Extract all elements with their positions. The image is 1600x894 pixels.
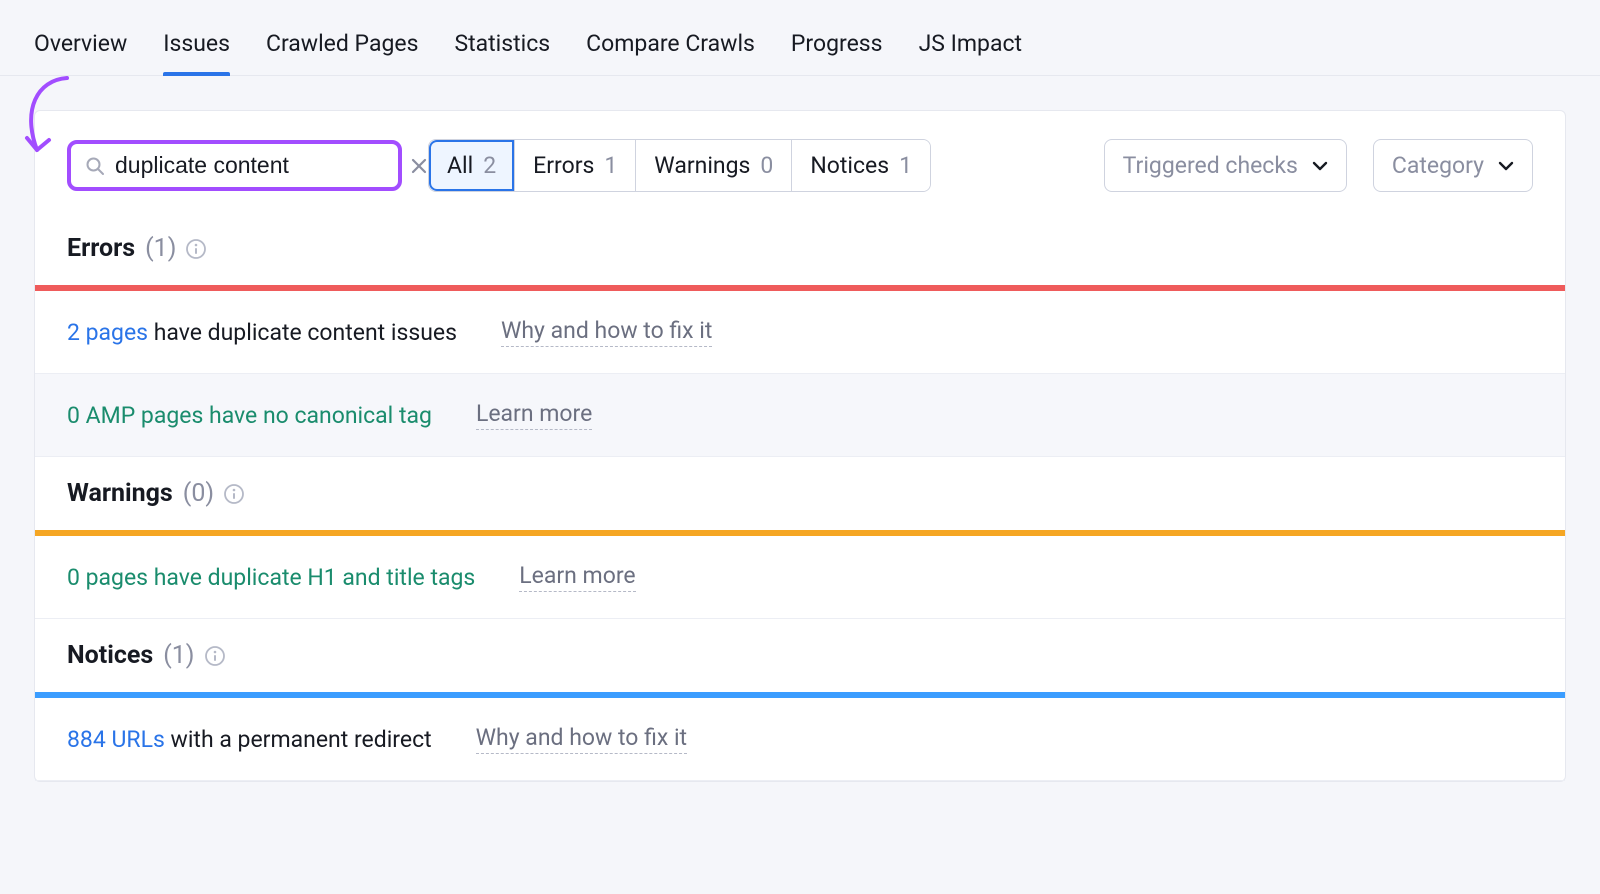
section-count: (0) <box>183 479 214 508</box>
issue-row[interactable]: 884 URLs with a permanent redirect Why a… <box>35 698 1565 781</box>
filter-segments: All 2 Errors 1 Warnings 0 Notices 1 <box>428 139 931 192</box>
fix-link[interactable]: Why and how to fix it <box>476 724 687 754</box>
section-count: (1) <box>145 234 176 263</box>
learn-more-link[interactable]: Learn more <box>519 562 635 592</box>
dropdown-category[interactable]: Category <box>1373 139 1533 192</box>
fix-link[interactable]: Why and how to fix it <box>501 317 712 347</box>
dropdown-label: Category <box>1392 152 1484 179</box>
issue-text: have duplicate content issues <box>148 319 457 346</box>
segment-count: 1 <box>604 152 617 179</box>
issue-link[interactable]: 2 pages <box>67 319 148 346</box>
issue-row[interactable]: 2 pages have duplicate content issues Wh… <box>35 291 1565 374</box>
segment-count: 2 <box>483 152 496 179</box>
learn-more-link[interactable]: Learn more <box>476 400 592 430</box>
info-icon[interactable] <box>205 646 225 666</box>
segment-label: Notices <box>810 152 889 179</box>
clear-icon[interactable] <box>411 158 427 174</box>
segment-warnings[interactable]: Warnings 0 <box>636 140 792 191</box>
segment-errors[interactable]: Errors 1 <box>515 140 636 191</box>
issue-row[interactable]: 0 pages have duplicate H1 and title tags… <box>35 536 1565 619</box>
issue-link[interactable]: 884 URLs <box>67 726 165 753</box>
section-title: Warnings <box>67 479 173 508</box>
section-title: Notices <box>67 641 153 670</box>
segment-count: 0 <box>760 152 773 179</box>
segment-label: All <box>447 152 473 179</box>
section-count: (1) <box>163 641 194 670</box>
segment-all[interactable]: All 2 <box>429 140 515 191</box>
search-icon <box>85 156 105 176</box>
top-nav: Overview Issues Crawled Pages Statistics… <box>0 0 1600 76</box>
chevron-down-icon <box>1498 161 1514 171</box>
info-icon[interactable] <box>224 484 244 504</box>
search-box[interactable] <box>67 140 402 191</box>
search-input[interactable] <box>115 152 411 179</box>
segment-label: Warnings <box>654 152 750 179</box>
issue-link[interactable]: 0 pages have duplicate H1 and title tags <box>67 564 475 591</box>
tab-compare-crawls[interactable]: Compare Crawls <box>586 18 755 75</box>
issue-text: with a permanent redirect <box>165 726 432 753</box>
section-header-warnings: Warnings (0) <box>35 457 1565 530</box>
issue-link[interactable]: 0 AMP pages have no canonical tag <box>67 402 432 429</box>
dropdown-triggered-checks[interactable]: Triggered checks <box>1104 139 1347 192</box>
tab-progress[interactable]: Progress <box>791 18 883 75</box>
tab-js-impact[interactable]: JS Impact <box>919 18 1022 75</box>
info-icon[interactable] <box>186 239 206 259</box>
segment-count: 1 <box>899 152 912 179</box>
tab-statistics[interactable]: Statistics <box>454 18 550 75</box>
section-header-errors: Errors (1) <box>35 212 1565 285</box>
segment-notices[interactable]: Notices 1 <box>792 140 930 191</box>
chevron-down-icon <box>1312 161 1328 171</box>
toolbar: All 2 Errors 1 Warnings 0 Notices 1 Trig… <box>35 111 1565 212</box>
tab-crawled-pages[interactable]: Crawled Pages <box>266 18 418 75</box>
issues-card: All 2 Errors 1 Warnings 0 Notices 1 Trig… <box>34 110 1566 782</box>
tab-overview[interactable]: Overview <box>34 18 127 75</box>
segment-label: Errors <box>533 152 594 179</box>
dropdown-label: Triggered checks <box>1123 152 1298 179</box>
section-title: Errors <box>67 234 135 263</box>
tab-issues[interactable]: Issues <box>163 18 230 75</box>
section-header-notices: Notices (1) <box>35 619 1565 692</box>
issue-row[interactable]: 0 AMP pages have no canonical tag Learn … <box>35 374 1565 457</box>
